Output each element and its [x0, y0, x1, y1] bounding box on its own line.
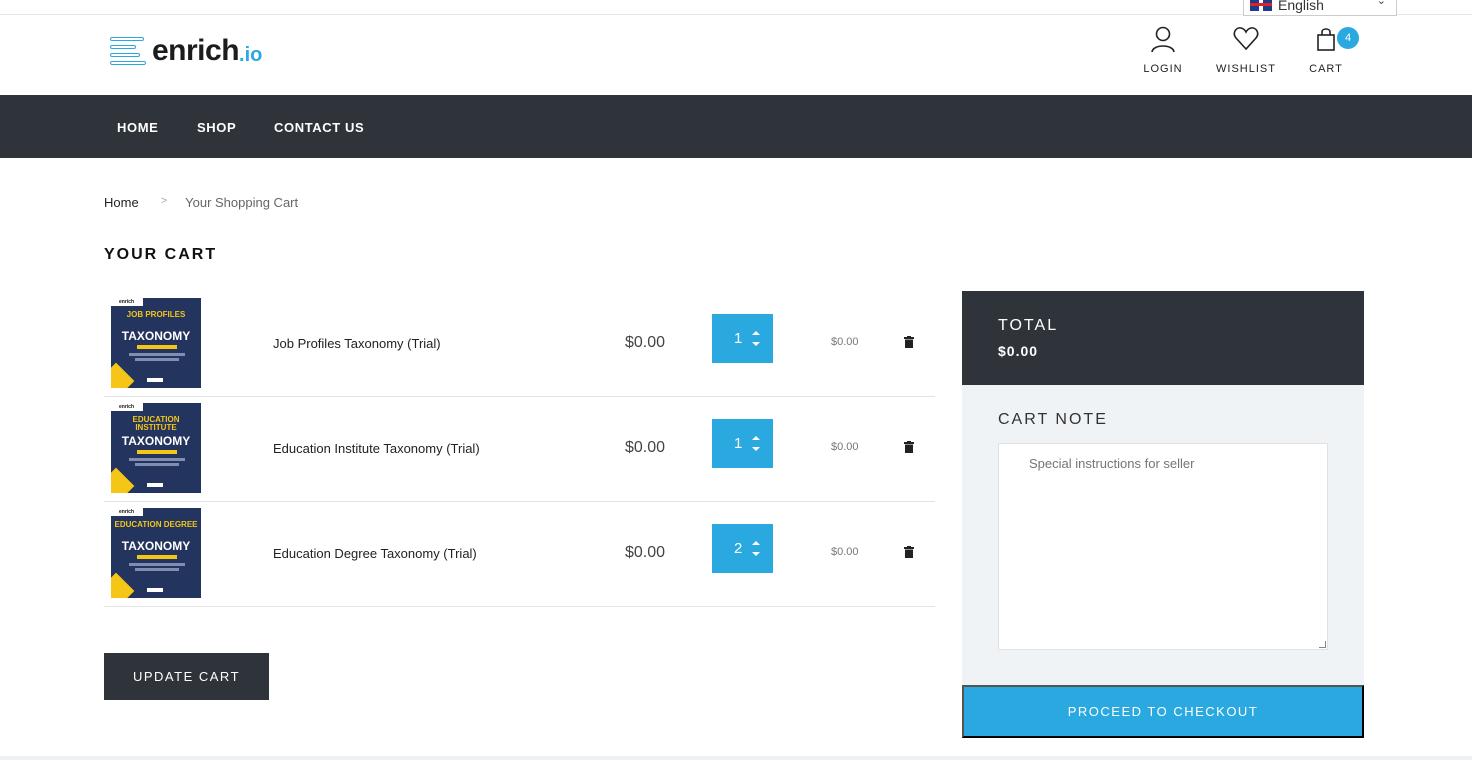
- product-thumbnail[interactable]: enrich JOB PROFILES TAXONOMY: [111, 298, 201, 388]
- nav-item-home[interactable]: HOME: [117, 120, 158, 135]
- main-nav: HOME SHOP CONTACT US: [0, 95, 1472, 158]
- product-price: $0.00: [625, 544, 666, 561]
- resize-grip-icon[interactable]: [1319, 641, 1326, 648]
- wishlist-link[interactable]: WISHLIST: [1216, 25, 1276, 75]
- product-thumbnail[interactable]: enrich EDUCATION DEGREE TAXONOMY: [111, 508, 201, 598]
- cart-note-textarea[interactable]: [998, 443, 1328, 650]
- line-total: $0.00: [831, 336, 859, 348]
- site-header: enrich .io LOGIN WISHLIST CART 4: [0, 15, 1472, 95]
- nav-item-contact-us[interactable]: CONTACT US: [274, 120, 364, 135]
- cart-row: enrich EDUCATION INSTITUTE TAXONOMY Educ…: [104, 397, 935, 502]
- breadcrumb-current: Your Shopping Cart: [185, 195, 299, 210]
- cart-summary: TOTAL $0.00 CART NOTE: [962, 291, 1364, 685]
- cart-row: enrich EDUCATION DEGREE TAXONOMY Educati…: [104, 502, 935, 607]
- product-name[interactable]: Education Degree Taxonomy (Trial): [273, 546, 477, 561]
- proceed-to-checkout-button[interactable]: PROCEED TO CHECKOUT: [962, 685, 1364, 738]
- login-link[interactable]: LOGIN: [1140, 25, 1186, 75]
- quantity-value: 1: [734, 330, 743, 347]
- shopping-bag-icon: [1317, 28, 1335, 51]
- line-total: $0.00: [831, 546, 859, 558]
- heart-icon: [1233, 27, 1259, 51]
- trash-icon[interactable]: [904, 546, 914, 558]
- chevron-down-icon: ⌄: [1376, 0, 1386, 7]
- total-box: TOTAL $0.00: [962, 291, 1364, 385]
- update-cart-button[interactable]: UPDATE CART: [104, 653, 269, 700]
- uk-flag-icon: [1250, 0, 1272, 11]
- quantity-value: 1: [734, 435, 743, 452]
- total-value: $0.00: [998, 343, 1039, 359]
- quantity-stepper[interactable]: 1: [712, 419, 773, 468]
- breadcrumb: Home > Your Shopping Cart: [104, 195, 298, 210]
- language-selector[interactable]: English ⌄: [1243, 0, 1397, 16]
- user-icon: [1151, 26, 1175, 53]
- quantity-value: 2: [734, 540, 743, 557]
- total-label: TOTAL: [998, 317, 1059, 334]
- site-logo[interactable]: enrich .io: [106, 31, 262, 71]
- line-total: $0.00: [831, 441, 859, 453]
- cart-row: enrich JOB PROFILES TAXONOMY Job Profile…: [104, 292, 935, 397]
- page-title: YOUR CART: [104, 246, 218, 263]
- footer-divider: [0, 756, 1472, 760]
- stepper-arrows-icon[interactable]: [752, 329, 760, 349]
- cart-note-label: CART NOTE: [998, 411, 1108, 428]
- cart-note-box: CART NOTE: [962, 385, 1364, 685]
- login-label: LOGIN: [1143, 63, 1183, 75]
- product-name[interactable]: Education Institute Taxonomy (Trial): [273, 441, 480, 456]
- cart-label: CART: [1309, 63, 1343, 75]
- breadcrumb-separator: >: [160, 195, 168, 207]
- product-price: $0.00: [625, 439, 666, 456]
- stepper-arrows-icon[interactable]: [752, 539, 760, 559]
- nav-item-shop[interactable]: SHOP: [197, 120, 236, 135]
- product-thumbnail[interactable]: enrich EDUCATION INSTITUTE TAXONOMY: [111, 403, 201, 493]
- language-label: English: [1278, 0, 1324, 13]
- trash-icon[interactable]: [904, 336, 914, 348]
- breadcrumb-home[interactable]: Home: [104, 195, 139, 210]
- trash-icon[interactable]: [904, 441, 914, 453]
- logo-mark-icon: [106, 33, 150, 69]
- cart-count-badge: 4: [1337, 27, 1359, 49]
- product-price: $0.00: [625, 334, 666, 351]
- product-name[interactable]: Job Profiles Taxonomy (Trial): [273, 336, 441, 351]
- wishlist-label: WISHLIST: [1216, 63, 1276, 75]
- quantity-stepper[interactable]: 2: [712, 524, 773, 573]
- stepper-arrows-icon[interactable]: [752, 434, 760, 454]
- quantity-stepper[interactable]: 1: [712, 314, 773, 363]
- logo-suffix: .io: [239, 43, 263, 66]
- logo-text: enrich: [152, 34, 240, 67]
